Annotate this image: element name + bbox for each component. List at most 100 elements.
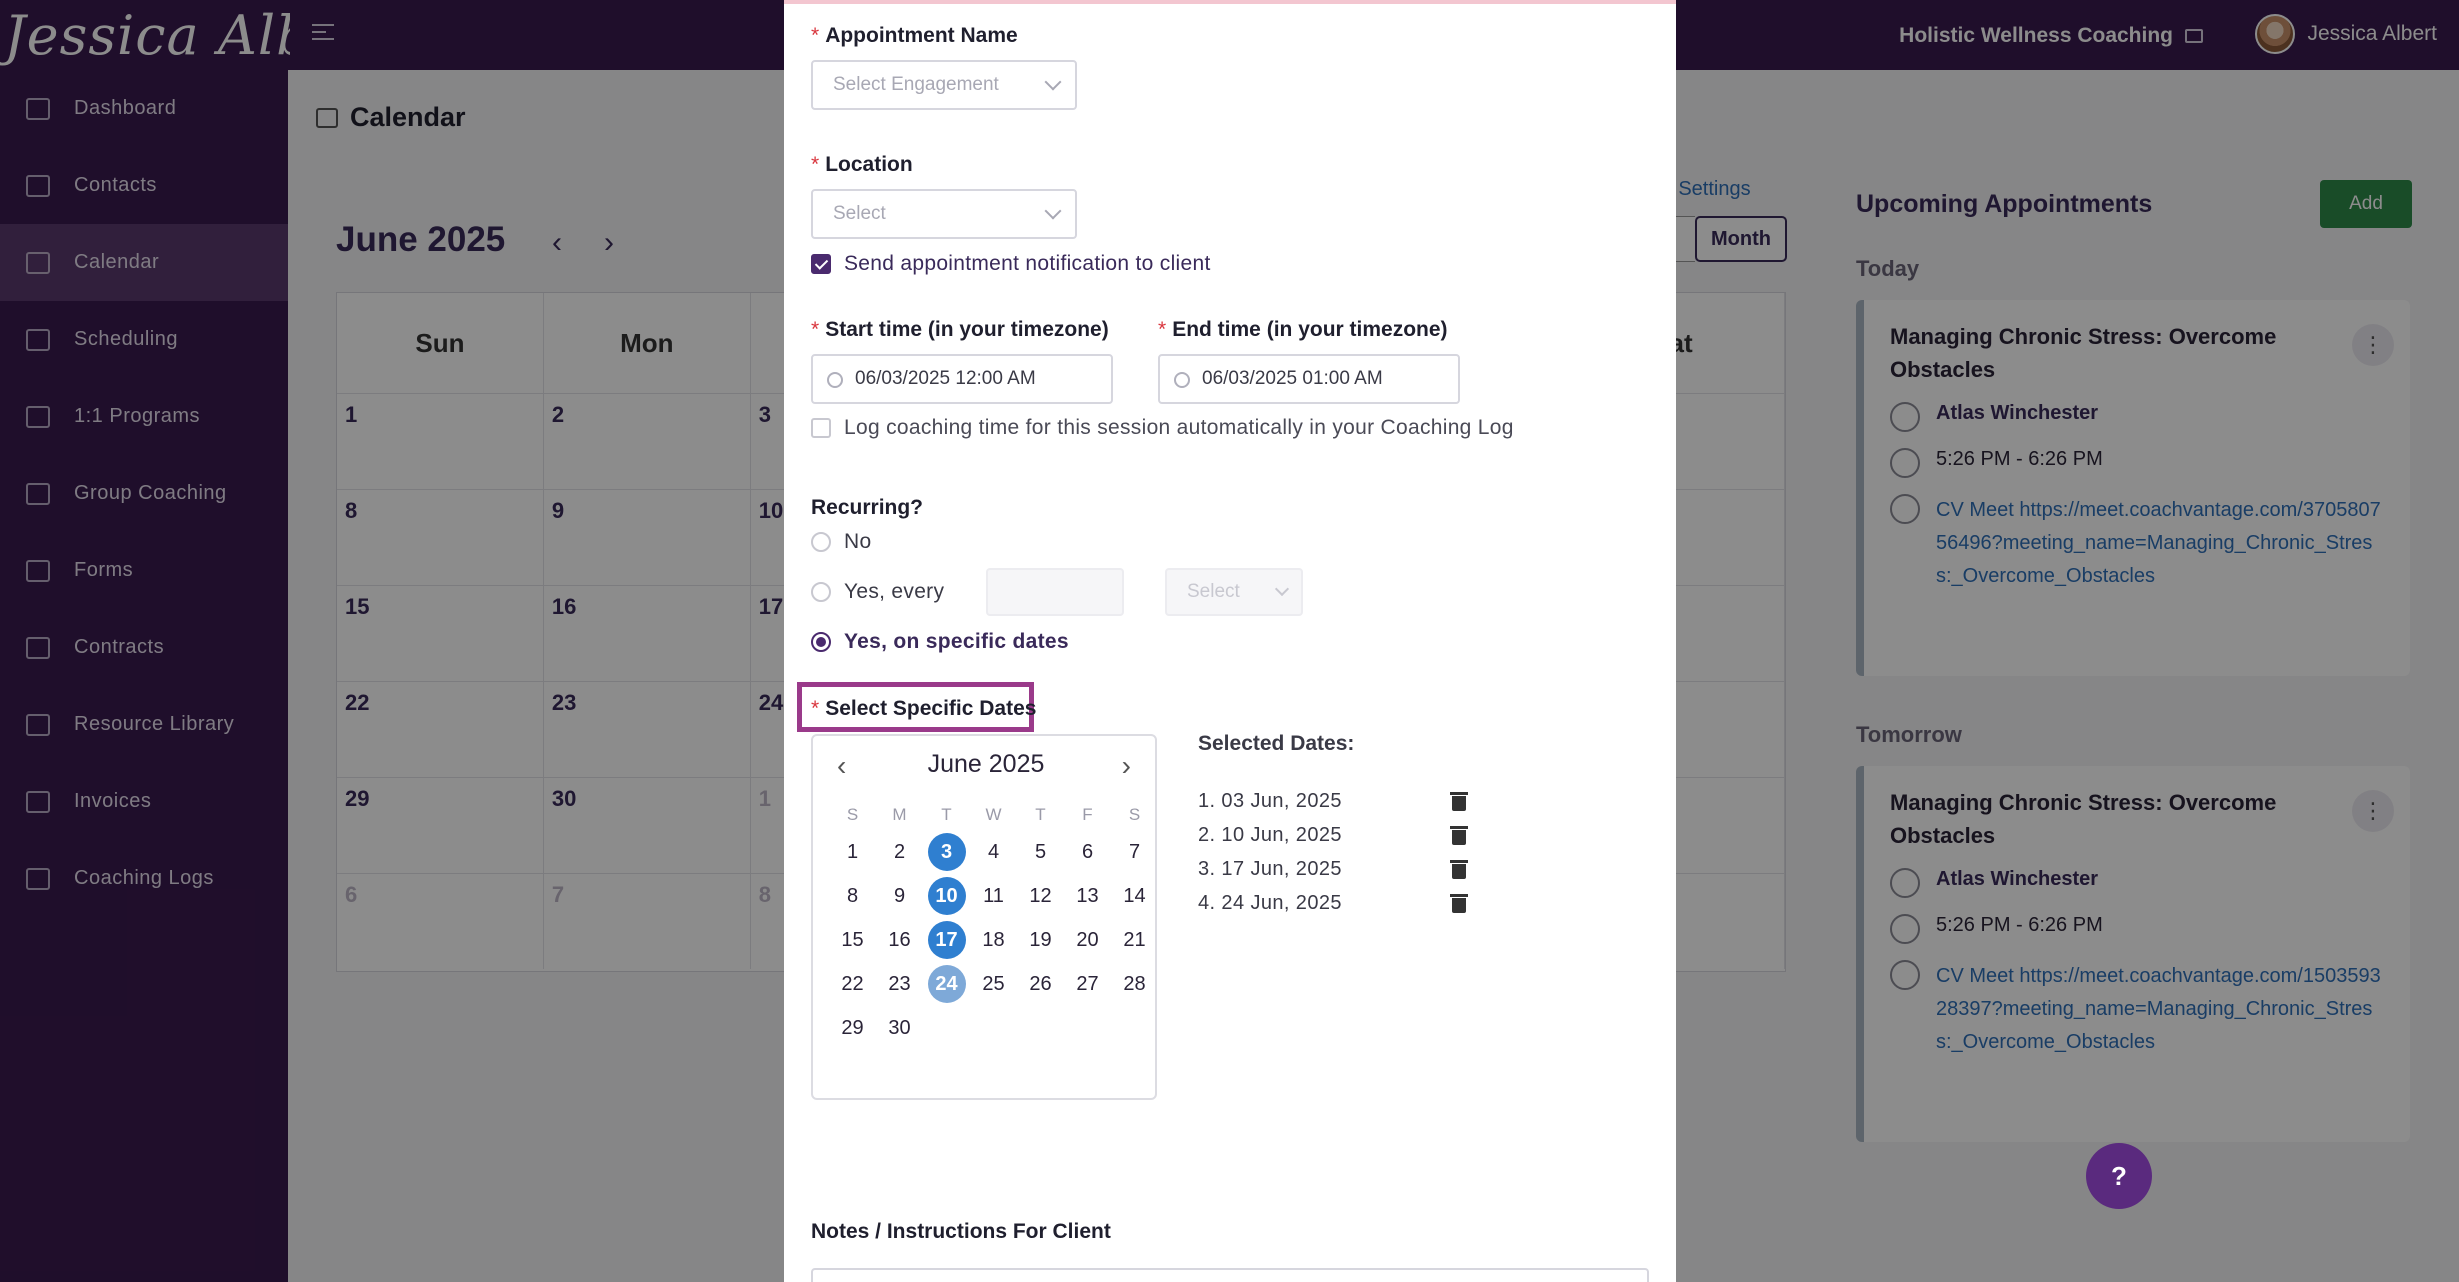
selected-dates-title: Selected Dates: [1198, 732, 1355, 755]
picker-day-number: 25 [982, 972, 1005, 995]
trash-icon[interactable] [1450, 790, 1468, 812]
picker-day-number: 7 [1128, 840, 1141, 863]
picker-day[interactable]: 21 [1111, 918, 1158, 962]
picker-day[interactable]: 17 [923, 918, 970, 962]
picker-day-number: 13 [1076, 884, 1099, 907]
picker-day-number: 26 [1029, 972, 1052, 995]
trash-icon[interactable] [1450, 858, 1468, 880]
recurring-no-label[interactable]: No [844, 530, 871, 554]
picker-month: June 2025 [927, 750, 1045, 778]
picker-day[interactable]: 6 [1064, 830, 1111, 874]
picker-day-number: 10 [927, 877, 966, 915]
picker-day[interactable]: 2 [876, 830, 923, 874]
picker-day-number: 20 [1076, 928, 1099, 951]
picker-day[interactable]: 26 [1017, 962, 1064, 1006]
picker-day-number: 3 [927, 833, 966, 871]
picker-day[interactable]: 8 [829, 874, 876, 918]
picker-day[interactable]: 7 [1111, 830, 1158, 874]
selected-date-item: 4. 24 Jun, 2025 [1198, 892, 1342, 914]
picker-day-number: 27 [1076, 972, 1099, 995]
location-select[interactable]: Select [811, 189, 1077, 239]
trash-icon[interactable] [1450, 892, 1468, 914]
picker-day-number: 14 [1123, 884, 1146, 907]
label-text: Appointment Name [825, 24, 1018, 47]
selected-date-item: 3. 17 Jun, 2025 [1198, 858, 1342, 880]
picker-day[interactable]: 18 [970, 918, 1017, 962]
recurring-every-label[interactable]: Yes, every [844, 580, 944, 604]
picker-day-number: 6 [1081, 840, 1094, 863]
engagement-select[interactable]: Select Engagement [811, 60, 1077, 110]
recurring-no-radio[interactable] [811, 532, 831, 552]
picker-day[interactable]: 19 [1017, 918, 1064, 962]
picker-day[interactable]: 1 [829, 830, 876, 874]
picker-day-number: 5 [1034, 840, 1047, 863]
picker-weekday: F [1082, 805, 1093, 824]
picker-day[interactable]: 29 [829, 1006, 876, 1050]
picker-day-number: 28 [1123, 972, 1146, 995]
picker-day-number: 19 [1029, 928, 1052, 951]
input-value: 06/03/2025 12:00 AM [855, 368, 1036, 389]
recurring-specific-radio[interactable] [811, 632, 831, 652]
notify-checkbox[interactable] [811, 254, 831, 274]
picker-day[interactable]: 9 [876, 874, 923, 918]
notes-textarea[interactable] [811, 1268, 1649, 1282]
start-time-label: * Start time (in your timezone) [811, 318, 1109, 341]
picker-day[interactable]: 25 [970, 962, 1017, 1006]
picker-day[interactable]: 5 [1017, 830, 1064, 874]
picker-day-number: 23 [888, 972, 911, 995]
picker-day[interactable]: 3 [923, 830, 970, 874]
location-label: * Location [811, 153, 913, 176]
label-text: Location [825, 153, 913, 176]
picker-weekday: S [846, 805, 859, 824]
start-time-input[interactable]: 06/03/2025 12:00 AM [811, 354, 1113, 404]
picker-day-number: 21 [1123, 928, 1146, 951]
label-text: End time (in your timezone) [1172, 318, 1448, 341]
picker-day[interactable]: 24 [923, 962, 970, 1006]
recurring-interval-input[interactable] [986, 568, 1124, 616]
picker-day-number: 24 [927, 965, 966, 1003]
appointment-name-label: * Appointment Name [811, 24, 1018, 47]
picker-day[interactable]: 30 [876, 1006, 923, 1050]
log-coaching-label[interactable]: Log coaching time for this session autom… [844, 416, 1514, 440]
chevron-right-icon[interactable]: › [1122, 750, 1131, 782]
picker-day-number: 9 [893, 884, 906, 907]
picker-day[interactable]: 23 [876, 962, 923, 1006]
picker-day-number: 1 [846, 840, 859, 863]
recurring-unit-select[interactable]: Select [1165, 568, 1303, 616]
label-text: Start time (in your timezone) [825, 318, 1109, 341]
recurring-specific-label[interactable]: Yes, on specific dates [844, 630, 1069, 654]
log-coaching-checkbox[interactable] [811, 418, 831, 438]
picker-day[interactable]: 16 [876, 918, 923, 962]
label-text: Select Specific Dates [825, 697, 1037, 720]
picker-day[interactable]: 15 [829, 918, 876, 962]
clock-icon [827, 372, 843, 388]
selected-date-item: 2. 10 Jun, 2025 [1198, 824, 1342, 846]
picker-day[interactable]: 27 [1064, 962, 1111, 1006]
picker-day-number: 16 [888, 928, 911, 951]
input-value: 06/03/2025 01:00 AM [1202, 368, 1383, 389]
picker-day[interactable]: 13 [1064, 874, 1111, 918]
picker-day[interactable]: 22 [829, 962, 876, 1006]
picker-day-number: 29 [841, 1016, 864, 1039]
picker-day-number: 18 [982, 928, 1005, 951]
end-time-input[interactable]: 06/03/2025 01:00 AM [1158, 354, 1460, 404]
notes-label: Notes / Instructions For Client [811, 1220, 1111, 1243]
chevron-down-icon [1044, 202, 1062, 220]
picker-day[interactable]: 11 [970, 874, 1017, 918]
recurring-every-radio[interactable] [811, 582, 831, 602]
picker-day[interactable]: 14 [1111, 874, 1158, 918]
picker-day-number: 12 [1029, 884, 1052, 907]
help-button[interactable]: ? [2086, 1143, 2152, 1209]
picker-day[interactable]: 10 [923, 874, 970, 918]
picker-day[interactable]: 4 [970, 830, 1017, 874]
picker-day[interactable]: 28 [1111, 962, 1158, 1006]
select-placeholder: Select [1187, 581, 1240, 602]
picker-day[interactable]: 20 [1064, 918, 1111, 962]
trash-icon[interactable] [1450, 824, 1468, 846]
notify-label[interactable]: Send appointment notification to client [844, 252, 1211, 276]
date-picker: ‹ June 2025 › S M T W T F S 1 2 3 4 5 6 7 8 9 10 11 12 13 14… [811, 734, 1157, 1100]
picker-day[interactable]: 12 [1017, 874, 1064, 918]
picker-day-number: 4 [987, 840, 1000, 863]
picker-weekday: W [985, 805, 1002, 824]
picker-day-number: 2 [893, 840, 906, 863]
